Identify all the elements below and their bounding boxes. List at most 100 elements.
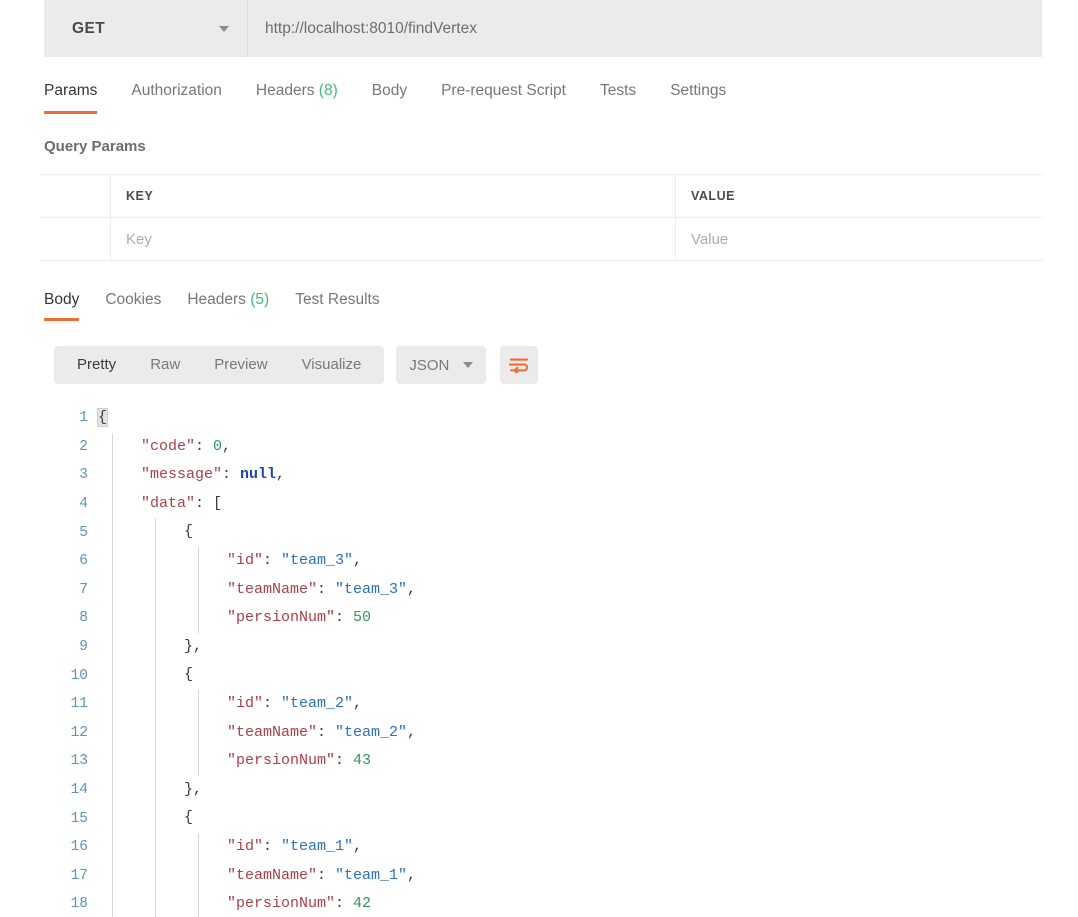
code-token: "id" — [227, 552, 263, 569]
line-number: 3 — [54, 467, 98, 483]
table-header-row: KEY VALUE — [40, 175, 1042, 218]
response-tab-body[interactable]: Body — [44, 288, 79, 321]
word-wrap-icon — [509, 357, 529, 373]
code-token: : — [263, 552, 281, 569]
http-method-label: GET — [72, 20, 105, 38]
tab-label: Settings — [670, 82, 726, 99]
code-token: : — [195, 495, 213, 512]
select-all-checkbox-cell[interactable] — [40, 175, 111, 217]
code-token: , — [353, 695, 362, 712]
row-checkbox-cell[interactable] — [40, 218, 111, 260]
code-tokens: "persionNum": 43 — [227, 752, 371, 769]
indent-guide — [112, 776, 113, 805]
code-tokens: { — [184, 809, 193, 826]
response-body-code-view[interactable]: 1{2"code": 0,3"message": null,4"data": [… — [54, 404, 1042, 917]
code-line-content: "teamName": "team_1", — [98, 862, 1042, 891]
line-number: 15 — [54, 811, 98, 827]
code-tokens: "persionNum": 42 — [227, 895, 371, 912]
code-token: "persionNum" — [227, 609, 335, 626]
line-number: 6 — [54, 553, 98, 569]
response-tab-cookies[interactable]: Cookies — [105, 288, 161, 321]
code-token: : — [263, 838, 281, 855]
response-tab-test-results[interactable]: Test Results — [295, 288, 379, 321]
column-header-value: VALUE — [676, 175, 1042, 217]
code-token: 50 — [353, 609, 371, 626]
code-line-content: { — [98, 404, 1042, 433]
response-language-select[interactable]: JSON — [396, 346, 486, 384]
indent-guide — [155, 862, 156, 891]
tab-body[interactable]: Body — [372, 76, 407, 114]
indent-guide — [155, 804, 156, 833]
code-token: : — [335, 752, 353, 769]
indent-guide — [112, 461, 113, 490]
code-line: 3 "message": null, — [54, 461, 1042, 490]
response-format-toolbar: PrettyRawPreviewVisualize JSON — [54, 346, 538, 384]
tab-settings[interactable]: Settings — [670, 76, 726, 114]
code-token: "team_3" — [335, 581, 407, 598]
code-token: : — [317, 581, 335, 598]
tab-pre-request-script[interactable]: Pre-request Script — [441, 76, 566, 114]
line-number: 13 — [54, 753, 98, 769]
code-token: "team_3" — [281, 552, 353, 569]
tab-label: Test Results — [295, 291, 379, 308]
response-tab-headers[interactable]: Headers (5) — [187, 288, 269, 321]
code-line-content: "persionNum": 50 — [98, 604, 1042, 633]
view-mode-visualize[interactable]: Visualize — [285, 346, 379, 384]
code-token: 0 — [213, 438, 222, 455]
code-token: "teamName" — [227, 724, 317, 741]
code-line: 5{ — [54, 518, 1042, 547]
code-line-content: { — [98, 804, 1042, 833]
tab-headers[interactable]: Headers (8) — [256, 76, 338, 114]
tab-params[interactable]: Params — [44, 76, 97, 114]
code-line: 14}, — [54, 776, 1042, 805]
request-url-input[interactable]: http://localhost:8010/findVertex — [248, 0, 1042, 57]
indent-guide — [198, 576, 199, 605]
code-line: 8"persionNum": 50 — [54, 604, 1042, 633]
http-method-select[interactable]: GET — [44, 0, 248, 57]
tab-authorization[interactable]: Authorization — [131, 76, 221, 114]
line-number: 14 — [54, 782, 98, 798]
code-line: 11"id": "team_2", — [54, 690, 1042, 719]
code-token: } — [184, 781, 193, 798]
param-value-input[interactable]: Value — [676, 218, 1042, 260]
code-line-content: { — [98, 518, 1042, 547]
line-number: 11 — [54, 696, 98, 712]
tab-label: Pre-request Script — [441, 82, 566, 99]
code-token: "teamName" — [227, 581, 317, 598]
code-tokens: { — [184, 666, 193, 683]
indent-guide — [155, 776, 156, 805]
indent-guide — [112, 804, 113, 833]
tab-tests[interactable]: Tests — [600, 76, 636, 114]
code-token: : — [195, 438, 213, 455]
code-token: , — [193, 781, 202, 798]
tab-count-badge: (5) — [246, 291, 269, 308]
line-number: 8 — [54, 610, 98, 626]
line-number: 7 — [54, 582, 98, 598]
code-tokens: "id": "team_3", — [227, 552, 362, 569]
line-number: 17 — [54, 868, 98, 884]
code-line-content: "code": 0, — [98, 433, 1042, 462]
query-params-table: KEY VALUE Key Value — [40, 174, 1042, 261]
param-key-input[interactable]: Key — [111, 218, 676, 260]
code-token: { — [98, 409, 107, 426]
indent-guide — [198, 547, 199, 576]
indent-guide — [155, 833, 156, 862]
view-mode-raw[interactable]: Raw — [133, 346, 197, 384]
tab-label: Headers — [187, 291, 246, 308]
code-tokens: "teamName": "team_1", — [227, 867, 416, 884]
indent-guide — [112, 518, 113, 547]
word-wrap-button[interactable] — [500, 346, 538, 384]
param-key-placeholder: Key — [126, 231, 152, 248]
code-tokens: "message": null, — [141, 466, 285, 483]
line-number: 2 — [54, 439, 98, 455]
view-mode-pretty[interactable]: Pretty — [60, 346, 133, 384]
line-number: 12 — [54, 725, 98, 741]
tab-label: Cookies — [105, 291, 161, 308]
line-number: 5 — [54, 525, 98, 541]
code-token: { — [184, 666, 193, 683]
code-line: 1{ — [54, 404, 1042, 433]
code-tokens: { — [98, 409, 107, 426]
code-token: { — [184, 809, 193, 826]
indent-guide — [198, 890, 199, 917]
view-mode-preview[interactable]: Preview — [197, 346, 284, 384]
